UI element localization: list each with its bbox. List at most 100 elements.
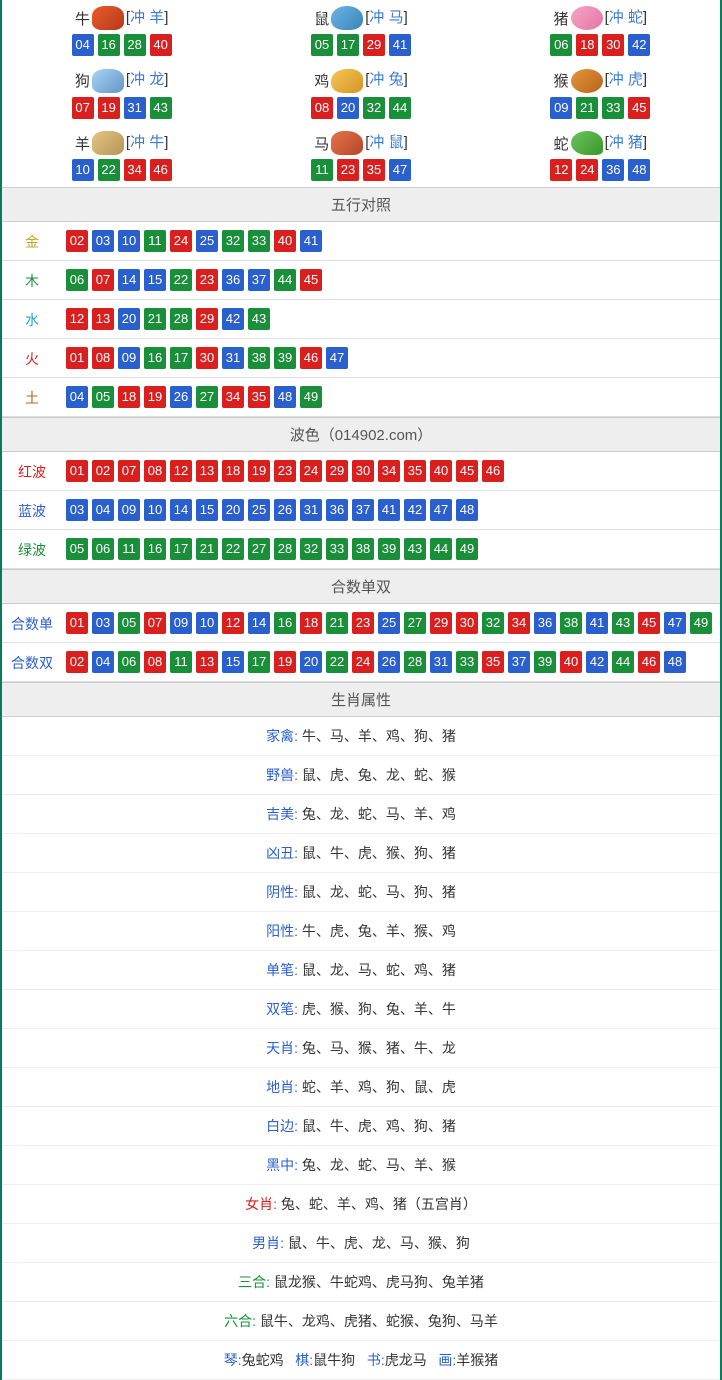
zodiac-cell: 狗[冲 龙]07193143 — [2, 62, 241, 124]
zodiac-title: 牛[冲 羊] — [2, 6, 241, 30]
attr-value: 兔、龙、蛇、马、羊、猴 — [302, 1157, 456, 1173]
number-ball: 38 — [560, 612, 582, 634]
number-ball: 21 — [144, 308, 166, 330]
number-ball: 42 — [404, 499, 426, 521]
number-ball: 05 — [66, 538, 88, 560]
number-ball: 49 — [456, 538, 478, 560]
number-ball: 07 — [144, 612, 166, 634]
zodiac-cell: 猪[冲 蛇]06183042 — [481, 0, 720, 62]
number-ball: 42 — [586, 651, 608, 673]
number-ball: 34 — [222, 386, 244, 408]
attr-label: 天肖: — [266, 1040, 298, 1056]
data-row: 水1213202128294243 — [2, 300, 720, 339]
data-row: 火0108091617303138394647 — [2, 339, 720, 378]
number-ball: 48 — [628, 159, 650, 181]
number-ball: 33 — [456, 651, 478, 673]
number-ball: 39 — [534, 651, 556, 673]
number-ball: 12 — [170, 460, 192, 482]
attr-label: 六合: — [224, 1313, 256, 1329]
number-ball: 04 — [92, 651, 114, 673]
number-ball: 46 — [150, 159, 172, 181]
attr-row: 阳性: 牛、虎、兔、羊、猴、鸡 — [2, 912, 720, 951]
number-ball: 32 — [300, 538, 322, 560]
number-ball: 20 — [337, 97, 359, 119]
data-row: 绿波05061116172122272832333839434449 — [2, 530, 720, 569]
number-ball: 37 — [352, 499, 374, 521]
zodiac-balls: 06183042 — [481, 34, 720, 56]
number-ball: 16 — [274, 612, 296, 634]
number-ball: 24 — [352, 651, 374, 673]
zodiac-animal-icon — [571, 69, 603, 93]
number-ball: 04 — [72, 34, 94, 56]
number-ball: 25 — [196, 230, 218, 252]
number-ball: 10 — [118, 230, 140, 252]
attr-row: 野兽: 鼠、虎、兔、龙、蛇、猴 — [2, 756, 720, 795]
attr-label: 男肖: — [252, 1235, 284, 1251]
zodiac-name: 鼠 — [314, 11, 329, 28]
number-ball: 18 — [300, 612, 322, 634]
number-ball: 26 — [274, 499, 296, 521]
row-label: 木 — [2, 269, 62, 291]
row-label: 土 — [2, 386, 62, 408]
number-ball: 34 — [508, 612, 530, 634]
section-bose: 波色（014902.com） — [2, 417, 720, 452]
attr-row: 家禽: 牛、马、羊、鸡、狗、猪 — [2, 717, 720, 756]
zodiac-cell: 马[冲 鼠]11233547 — [241, 125, 480, 187]
number-ball: 37 — [248, 269, 270, 291]
number-ball: 47 — [664, 612, 686, 634]
attr-label: 地肖: — [266, 1079, 298, 1095]
number-ball: 07 — [72, 97, 94, 119]
number-ball: 40 — [274, 230, 296, 252]
number-ball: 15 — [144, 269, 166, 291]
section-heshu: 合数单双 — [2, 569, 720, 604]
number-ball: 20 — [118, 308, 140, 330]
number-ball: 47 — [326, 347, 348, 369]
number-ball: 22 — [326, 651, 348, 673]
zodiac-cell: 牛[冲 羊]04162840 — [2, 0, 241, 62]
number-ball: 16 — [144, 347, 166, 369]
number-ball: 05 — [92, 386, 114, 408]
data-row: 金02031011242532334041 — [2, 222, 720, 261]
zodiac-name: 鸡 — [314, 73, 329, 90]
number-ball: 41 — [300, 230, 322, 252]
row-balls: 06071415222336374445 — [62, 269, 720, 291]
number-ball: 33 — [326, 538, 348, 560]
attr-row: 男肖: 鼠、牛、虎、龙、马、猴、狗 — [2, 1224, 720, 1263]
attr-label: 棋: — [295, 1352, 313, 1368]
attr-value: 鼠、牛、虎、龙、马、猴、狗 — [288, 1235, 470, 1251]
number-ball: 35 — [404, 460, 426, 482]
attr-value: 鼠龙猴、牛蛇鸡、虎马狗、兔羊猪 — [274, 1274, 484, 1290]
attr-row: 六合: 鼠牛、龙鸡、虎猪、蛇猴、兔狗、马羊 — [2, 1302, 720, 1341]
number-ball: 06 — [550, 34, 572, 56]
number-ball: 46 — [300, 347, 322, 369]
number-ball: 27 — [404, 612, 426, 634]
number-ball: 46 — [482, 460, 504, 482]
number-ball: 03 — [92, 612, 114, 634]
number-ball: 36 — [602, 159, 624, 181]
number-ball: 04 — [92, 499, 114, 521]
attr-value: 鼠、牛、虎、鸡、狗、猪 — [302, 1118, 456, 1134]
number-ball: 23 — [196, 269, 218, 291]
number-ball: 13 — [196, 651, 218, 673]
number-ball: 13 — [92, 308, 114, 330]
zodiac-name: 蛇 — [554, 135, 569, 152]
zodiac-title: 马[冲 鼠] — [241, 131, 480, 155]
zodiac-name: 马 — [314, 135, 329, 152]
attr-label: 吉美: — [266, 806, 298, 822]
section-attrs: 生肖属性 — [2, 682, 720, 717]
attr-row: 白边: 鼠、牛、虎、鸡、狗、猪 — [2, 1107, 720, 1146]
number-ball: 45 — [456, 460, 478, 482]
number-ball: 08 — [92, 347, 114, 369]
data-row: 合数双0204060811131517192022242628313335373… — [2, 643, 720, 682]
number-ball: 20 — [222, 499, 244, 521]
number-ball: 19 — [144, 386, 166, 408]
zodiac-conflict: [冲 猪] — [605, 134, 648, 151]
number-ball: 41 — [378, 499, 400, 521]
attr-value: 虎龙马 — [385, 1352, 427, 1368]
number-ball: 30 — [602, 34, 624, 56]
row-label: 蓝波 — [2, 499, 62, 521]
attr-value: 兔、龙、蛇、马、羊、鸡 — [302, 806, 456, 822]
number-ball: 29 — [196, 308, 218, 330]
row-balls: 03040910141520252631363741424748 — [62, 499, 720, 521]
number-ball: 09 — [118, 347, 140, 369]
